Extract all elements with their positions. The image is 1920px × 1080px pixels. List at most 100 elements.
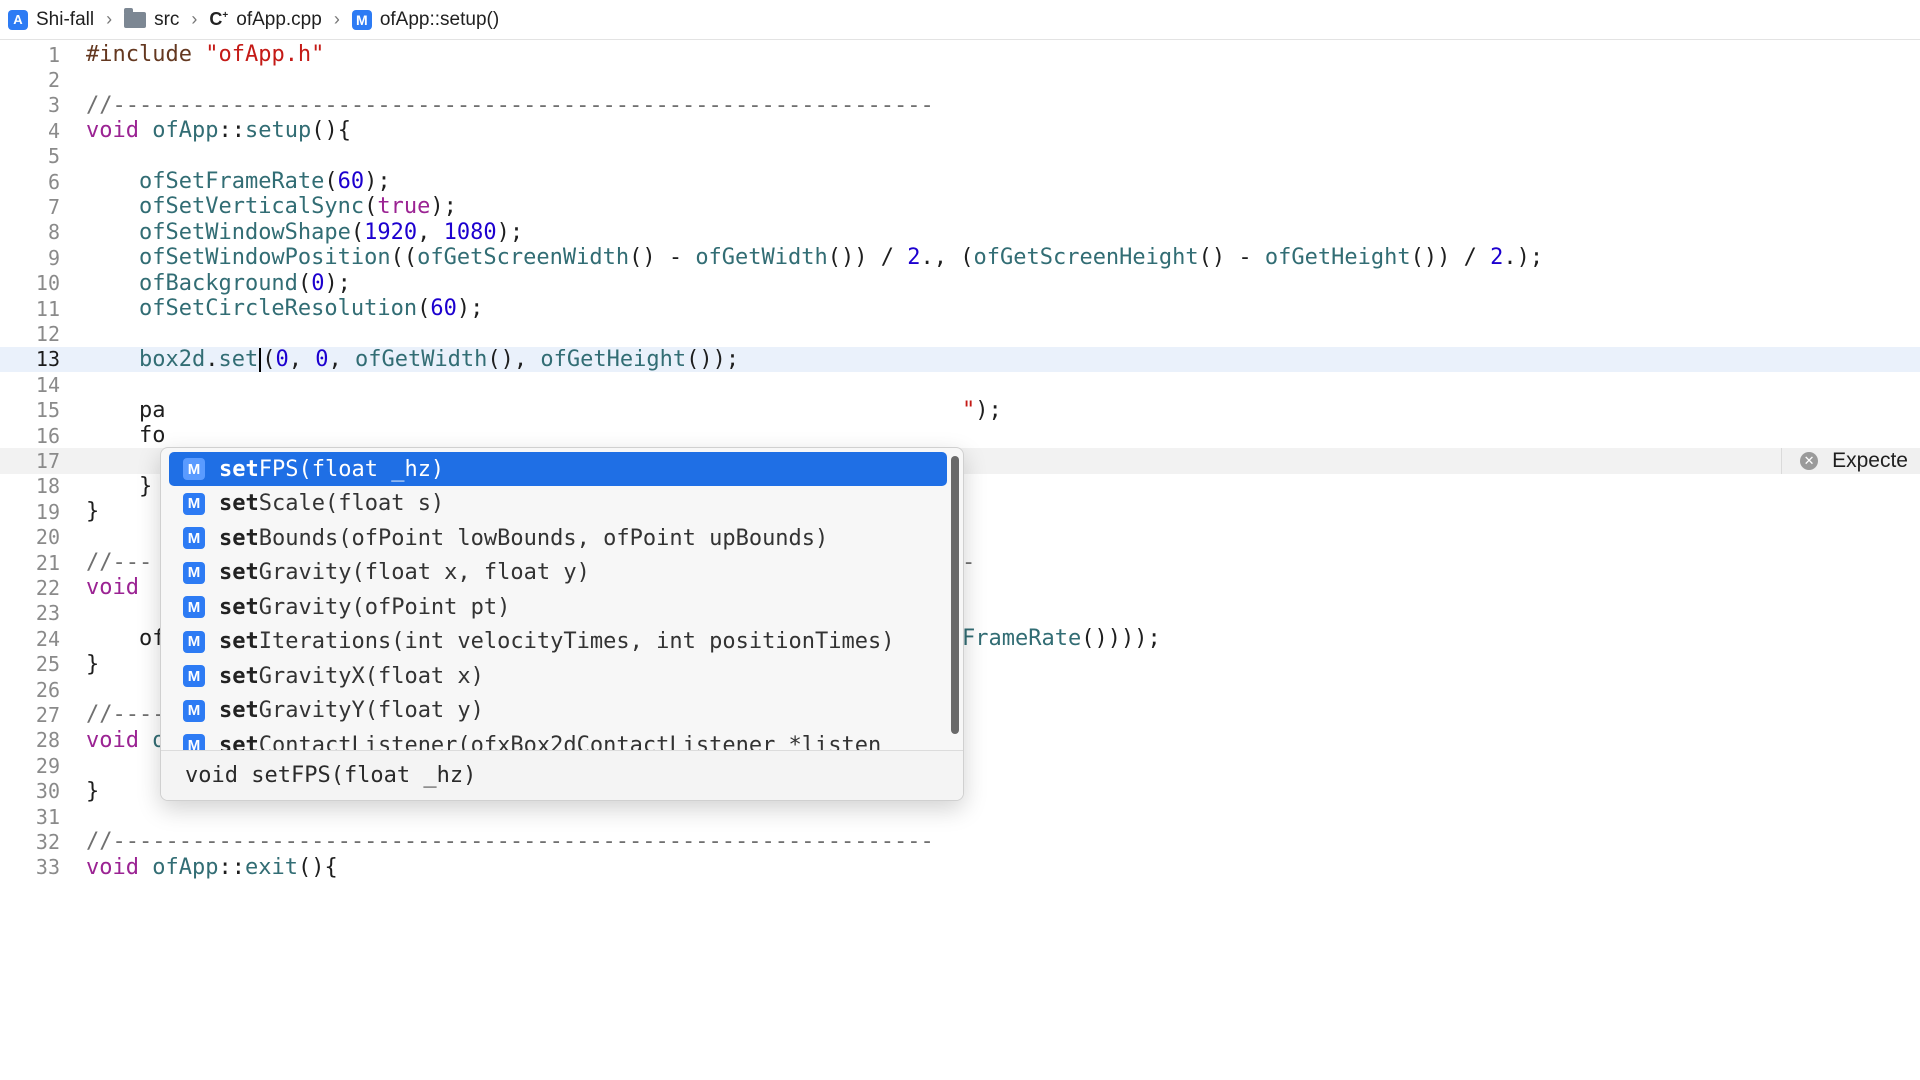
cpp-file-icon: C+	[209, 9, 229, 29]
code-line[interactable]: 10 ofBackground(0);	[0, 271, 1920, 296]
issue-message[interactable]: ✕ Expecte	[1781, 448, 1920, 474]
line-number: 12	[35, 322, 60, 347]
autocomplete-item[interactable]: MsetGravityX(float x)	[169, 659, 947, 693]
code-text: of	[86, 626, 166, 652]
code-text: ofSetWindowPosition((ofGetScreenWidth() …	[138, 245, 1544, 271]
autocomplete-item-label: setGravity(float x, float y)	[219, 560, 590, 585]
method-icon: M	[183, 665, 205, 687]
code-line[interactable]: 31	[0, 804, 1920, 829]
code-line[interactable]: 15 pa ");	[0, 398, 1920, 423]
line-number: 22	[35, 576, 60, 601]
autocomplete-signature: void setFPS(float _hz)	[161, 750, 963, 800]
line-number: 2	[47, 68, 60, 93]
code-line[interactable]: 13 box2d.set (0, 0, ofGetWidth(), ofGetHe…	[0, 346, 1920, 373]
line-number: 25	[35, 652, 60, 677]
code-text: ofSetCircleResolution(60);	[138, 296, 484, 321]
code-line[interactable]: 16 fo	[0, 423, 1920, 448]
autocomplete-item-label: setIterations(int velocityTimes, int pos…	[219, 629, 895, 654]
line-number: 3	[47, 93, 60, 118]
autocomplete-item-label: setGravityX(float x)	[219, 663, 484, 689]
code-text: void ofApp::setup(){	[86, 118, 351, 144]
line-number: 33	[35, 855, 60, 880]
autocomplete-item[interactable]: MsetFPS(float _hz)	[169, 452, 947, 486]
code-line[interactable]: 12	[0, 321, 1920, 346]
code-text-tail: FrameRate())));	[962, 626, 1161, 652]
chevron-right-icon: ›	[333, 9, 340, 29]
code-line[interactable]: 14	[0, 372, 1920, 397]
breadcrumb-symbol[interactable]: M ofApp::setup()	[351, 9, 499, 31]
code-line[interactable]: 5	[0, 144, 1920, 169]
breadcrumb-file-label: ofApp.cpp	[236, 8, 322, 30]
code-text: ofBackground(0);	[138, 270, 351, 296]
breadcrumb-folder[interactable]: src	[124, 7, 180, 31]
code-line[interactable]: 6 ofSetFrameRate(60);	[0, 169, 1920, 194]
method-icon: M	[351, 9, 372, 30]
autocomplete-item[interactable]: MsetBounds(ofPoint lowBounds, ofPoint up…	[169, 521, 947, 555]
line-number: 10	[35, 271, 60, 296]
autocomplete-popup[interactable]: MsetFPS(float _hz) MsetScale(float s) Mset…	[160, 447, 964, 801]
line-number: 32	[35, 830, 60, 855]
code-line[interactable]: 1 #include "ofApp.h"	[0, 42, 1920, 67]
breadcrumb-folder-label: src	[154, 8, 180, 30]
line-number: 4	[47, 118, 60, 143]
autocomplete-item[interactable]: MsetScale(float s)	[169, 487, 947, 521]
code-line[interactable]: 2	[0, 67, 1920, 92]
line-number: 13	[35, 347, 60, 372]
line-number: 17	[35, 449, 60, 474]
chevron-right-icon: ›	[106, 9, 113, 29]
method-icon: M	[183, 699, 205, 722]
autocomplete-item[interactable]: MsetGravity(ofPoint pt)	[169, 590, 947, 624]
autocomplete-item-label: setGravity(ofPoint pt)	[219, 594, 511, 620]
code-line[interactable]: 4 void ofApp::setup(){	[0, 118, 1920, 143]
method-icon: M	[183, 527, 205, 549]
breadcrumb-project-label: Shi-fall	[36, 8, 95, 30]
line-number: 7	[47, 195, 60, 220]
code-text: ofSetFrameRate(60);	[138, 169, 391, 194]
code-text: }	[86, 651, 100, 677]
code-line[interactable]: 7 ofSetVerticalSync(true);	[0, 194, 1920, 219]
code-text: ofSetVerticalSync(true);	[138, 194, 457, 220]
autocomplete-item-label: setContactListener(ofxBox2dContactListen…	[219, 732, 882, 751]
code-text: }	[86, 778, 100, 804]
line-number: 16	[35, 423, 60, 448]
line-number: 27	[35, 703, 60, 728]
code-text: box2d.set (0, 0, ofGetWidth(), ofGetHeigh…	[138, 346, 740, 372]
line-number: 14	[35, 372, 60, 397]
autocomplete-item-label: setGravityY(float y)	[219, 698, 484, 723]
autocomplete-item[interactable]: MsetIterations(int velocityTimes, int po…	[169, 625, 947, 659]
line-number: 29	[35, 753, 60, 778]
breadcrumb-file[interactable]: C+ ofApp.cpp	[209, 9, 321, 31]
line-number: 5	[47, 144, 60, 169]
text-cursor	[259, 347, 262, 372]
line-number: 30	[35, 779, 60, 804]
line-number: 9	[47, 245, 60, 270]
code-line[interactable]: 8 ofSetWindowShape(1920, 1080);	[0, 220, 1920, 245]
line-number: 23	[35, 601, 60, 626]
breadcrumb-project[interactable]: A Shi-fall	[8, 9, 94, 31]
code-line[interactable]: 11 ofSetCircleResolution(60);	[0, 296, 1920, 321]
code-line[interactable]: 33 void ofApp::exit(){	[0, 855, 1920, 880]
code-line[interactable]: 3 //-------------------------------------…	[0, 93, 1920, 118]
method-icon: M	[183, 561, 205, 584]
code-text: pa	[86, 397, 166, 423]
line-number: 8	[47, 220, 60, 245]
line-number: 19	[35, 499, 60, 524]
chevron-right-icon: ›	[191, 9, 198, 29]
line-number: 24	[35, 626, 60, 651]
autocomplete-item[interactable]: MsetGravity(float x, float y)	[169, 556, 947, 590]
autocomplete-item[interactable]: MsetGravityY(float y)	[169, 694, 947, 728]
error-icon: ✕	[1800, 452, 1819, 471]
code-line[interactable]: 9 ofSetWindowPosition((ofGetScreenWidth(…	[0, 245, 1920, 270]
code-text: }	[86, 499, 100, 525]
autocomplete-list[interactable]: MsetFPS(float _hz) MsetScale(float s) Mset…	[161, 448, 953, 750]
line-number: 1	[47, 42, 60, 67]
issue-text: Expecte	[1832, 449, 1908, 473]
line-number: 20	[35, 525, 60, 550]
line-number: 28	[35, 728, 60, 753]
autocomplete-item[interactable]: MsetContactListener(ofxBox2dContactListe…	[169, 728, 947, 750]
line-number: 11	[35, 296, 60, 321]
code-text: void	[86, 575, 139, 601]
code-line[interactable]: 32 //------------------------------------…	[0, 829, 1920, 854]
autocomplete-scrollbar[interactable]	[951, 456, 959, 734]
line-number: 31	[35, 804, 60, 829]
